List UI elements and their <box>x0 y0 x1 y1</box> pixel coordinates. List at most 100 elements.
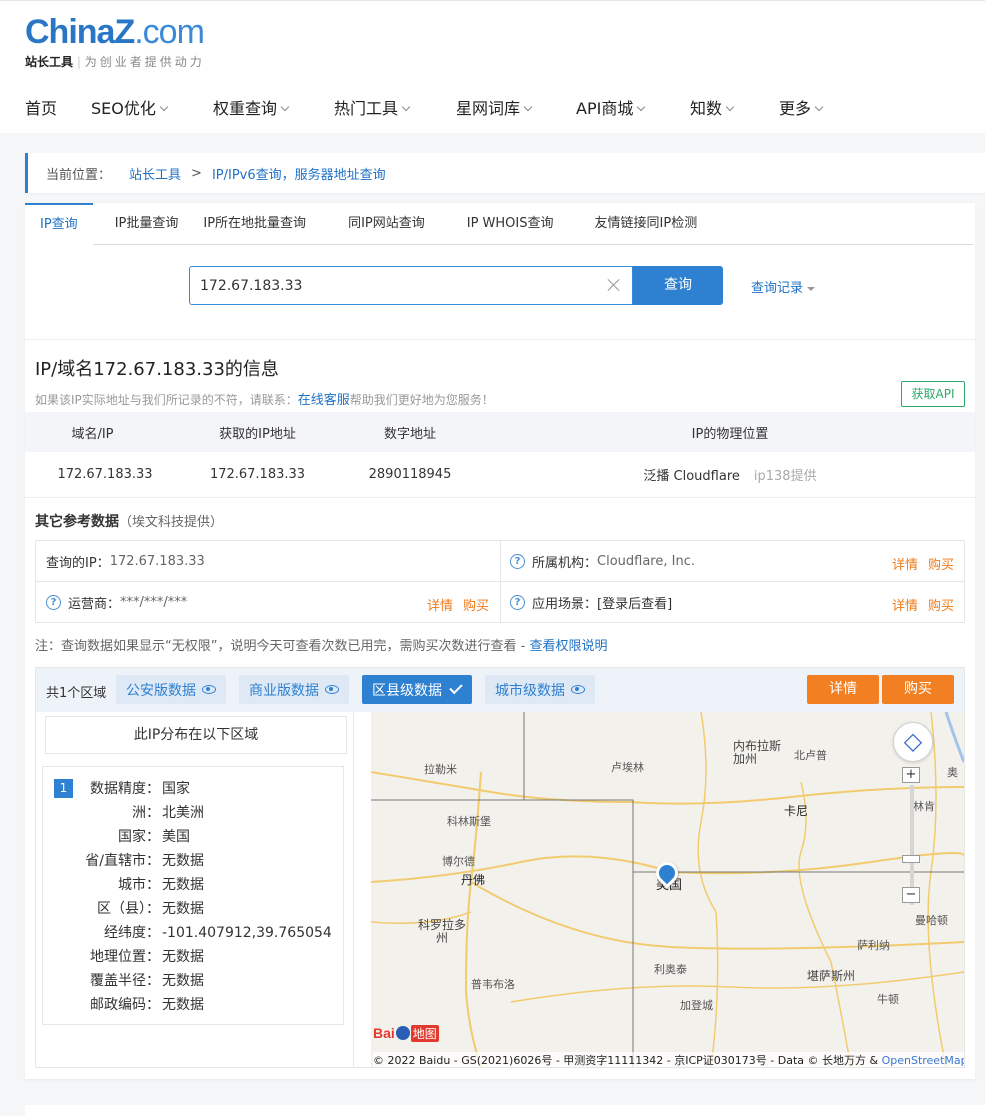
map-copyright: © 2022 Baidu - GS(2021)6026号 - 甲测资字11111… <box>373 1052 964 1067</box>
region-detail-column: 此IP分布在以下区域 1 数据精度： 国家 洲： 北美洲 国家： 美国 省/直辖市：无… <box>36 712 354 1067</box>
tool-tabs: IP查询 IP批量查询 IP所在地批量查询 同IP网站查询 IP WHOIS查询… <box>25 203 973 246</box>
query-history-dropdown[interactable]: 查询记录 <box>751 277 816 296</box>
region-field-list: 数据精度： 国家 洲： 北美洲 国家： 美国 省/直辖市： 无数据 城市： 无数据 区（县… <box>43 777 343 1017</box>
divider <box>25 339 975 340</box>
nav-item-weight[interactable]: 权重查询 <box>213 97 334 121</box>
col-location: IP的物理位置 <box>691 426 769 442</box>
tab-commercial-data[interactable]: 商业版数据 <box>239 675 349 704</box>
nav-item-home[interactable]: 首页 <box>25 97 91 121</box>
org-buy-link[interactable]: 购买 <box>928 558 954 573</box>
baidu-logo: Bai 地图 <box>373 1024 439 1042</box>
breadcrumb-current-link[interactable]: IP/IPv6查询，服务器地址查询 <box>212 164 386 183</box>
list-item: 区（县）： 无数据 <box>97 901 204 917</box>
list-item: 邮政编码： 无数据 <box>90 997 204 1013</box>
map-label: 拉勒米 <box>424 763 457 776</box>
tab-ip-query[interactable]: IP查询 <box>25 203 93 246</box>
chevron-down-icon <box>725 102 735 111</box>
chevron-down-icon <box>814 102 824 111</box>
map-label: 北卢普 <box>794 749 827 762</box>
zoom-in-button[interactable]: + <box>902 767 920 783</box>
tab-city-data[interactable]: 城市级数据 <box>485 675 595 704</box>
logo-slogan: 为创业者提供动力 <box>84 55 205 69</box>
eye-icon <box>571 685 585 694</box>
scene-buy-link[interactable]: 购买 <box>928 599 954 614</box>
col-domain: 域名/IP <box>71 426 114 442</box>
main-nav: 首页 SEO优化 权重查询 热门工具 星网词库 API商城 知数 更多 <box>25 97 824 121</box>
isp-buy-link[interactable]: 购买 <box>463 599 489 614</box>
location-source: ip138提供 <box>753 469 817 484</box>
list-item: 省/直辖市： 无数据 <box>85 853 204 869</box>
map-label: 内布拉斯加州 <box>733 739 782 766</box>
baidu-map[interactable]: 拉勒米 卢埃林 内布拉斯加州 北卢普 科林斯堡 卡尼 博尔德 丹佛 美国 科罗拉… <box>371 712 964 1067</box>
help-icon[interactable]: ? <box>46 595 61 610</box>
tab-friendlink-same-ip[interactable]: 友情链接同IP检测 <box>595 203 698 245</box>
reference-title: 其它参考数据（埃文科技提供） <box>35 514 224 530</box>
clear-icon[interactable] <box>606 277 622 293</box>
nav-item-api[interactable]: API商城 <box>576 97 690 121</box>
cell-domain: 172.67.183.33 <box>57 467 153 482</box>
tab-ip-location-batch[interactable]: IP所在地批量查询 <box>203 203 306 245</box>
map-label: 博尔德 <box>442 855 475 868</box>
get-api-button[interactable]: 获取API <box>901 381 965 407</box>
online-service-link[interactable]: 在线客服 <box>298 393 350 408</box>
zoom-out-button[interactable]: − <box>902 887 920 903</box>
col-numeric: 数字地址 <box>383 426 436 442</box>
map-label: 奥 <box>947 766 958 779</box>
tab-ip-batch[interactable]: IP批量查询 <box>115 203 179 245</box>
nav-item-keywords[interactable]: 星网词库 <box>456 97 576 121</box>
list-item: 经纬度： -101.407912,39.765054 <box>104 925 332 941</box>
ip-info-table: 域名/IP 获取的IP地址 数字地址 IP的物理位置 172.67.183.33… <box>25 412 975 498</box>
isp-detail-link[interactable]: 详情 <box>427 599 453 614</box>
help-icon[interactable]: ? <box>510 595 525 610</box>
nav-item-more[interactable]: 更多 <box>779 97 824 121</box>
site-logo[interactable]: ChinaZ.com 站长工具 | 为创业者提供动力 <box>25 13 235 73</box>
ip-search-input[interactable] <box>190 267 590 304</box>
list-item: 洲： 北美洲 <box>132 805 204 821</box>
osm-link[interactable]: OpenStreetMap <box>882 1054 964 1067</box>
logo-suffix: .com <box>134 13 205 51</box>
org-detail-link[interactable]: 详情 <box>892 558 918 573</box>
pan-control-icon[interactable] <box>893 722 933 762</box>
nav-item-zhishu[interactable]: 知数 <box>690 97 779 121</box>
zoom-slider-handle[interactable] <box>902 855 920 863</box>
list-item: 覆盖半径： 无数据 <box>90 973 204 989</box>
nav-item-hot-tools[interactable]: 热门工具 <box>334 97 456 121</box>
tab-public-security-data[interactable]: 公安版数据 <box>116 675 226 704</box>
list-item: 国家： 美国 <box>118 829 190 845</box>
chevron-down-icon <box>523 102 533 111</box>
help-icon[interactable]: ? <box>510 554 525 569</box>
ref-org-actions: 详情 购买 <box>892 554 954 573</box>
chevron-down-icon <box>280 102 290 111</box>
permission-doc-link[interactable]: 查看权限说明 <box>529 639 607 654</box>
tab-ip-whois[interactable]: IP WHOIS查询 <box>467 203 554 245</box>
cell-location: 泛播 Cloudflare ip138提供 <box>485 452 975 497</box>
scene-detail-link[interactable]: 详情 <box>892 599 918 614</box>
ref-query-ip: 查询的IP： 172.67.183.33 <box>46 554 205 571</box>
search-button[interactable]: 查询 <box>633 266 723 305</box>
chevron-down-icon <box>401 102 411 111</box>
breadcrumb-home-link[interactable]: 站长工具 <box>129 164 181 183</box>
list-item: 城市： 无数据 <box>118 877 204 893</box>
permission-notice: 注：查询数据如果显示“无权限”，说明今天可查看次数已用完，需购买次数进行查看 -… <box>35 639 608 654</box>
eye-icon <box>325 685 339 694</box>
map-label: 堪萨斯州 <box>807 969 856 983</box>
breadcrumb-separator: > <box>191 165 202 181</box>
caret-down-icon <box>807 286 816 291</box>
map-label: 牛顿 <box>877 993 899 1006</box>
ref-scene: ? 应用场景： [登录后查看] <box>510 582 672 623</box>
col-ip: 获取的IP地址 <box>219 426 296 442</box>
list-item: 数据精度： 国家 <box>90 781 190 797</box>
breadcrumb-label: 当前位置： <box>46 167 112 183</box>
nav-item-seo[interactable]: SEO优化 <box>91 97 213 121</box>
zoom-control: + − <box>902 767 922 907</box>
map-label: 利奥泰 <box>654 963 687 976</box>
reference-grid: 查询的IP： 172.67.183.33 ? 所属机构： Cloudflare, In… <box>35 540 965 623</box>
cell-numeric: 2890118945 <box>368 467 452 482</box>
region-detail-button[interactable]: 详情 <box>807 675 879 704</box>
tab-same-ip-sites[interactable]: 同IP网站查询 <box>348 203 425 245</box>
region-buy-button[interactable]: 购买 <box>882 675 954 704</box>
map-label: 卢埃林 <box>611 761 644 774</box>
tab-district-data[interactable]: 区县级数据 <box>362 675 472 704</box>
table-row: 172.67.183.33 172.67.183.33 2890118945 泛… <box>25 452 975 498</box>
table-header: 域名/IP 获取的IP地址 数字地址 IP的物理位置 <box>25 412 975 452</box>
